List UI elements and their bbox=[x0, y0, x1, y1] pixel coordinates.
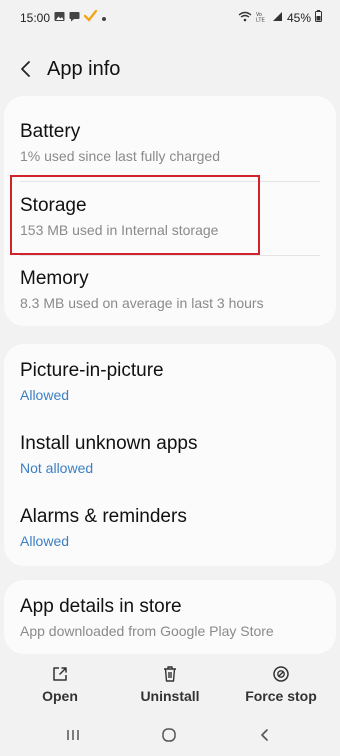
open-label: Open bbox=[42, 688, 78, 704]
picture-in-picture-item[interactable]: Picture-in-picture Allowed bbox=[20, 359, 320, 404]
app-details-in-store-title: App details in store bbox=[20, 596, 182, 617]
open-external-icon bbox=[50, 664, 70, 684]
install-unknown-apps-title: Install unknown apps bbox=[20, 433, 198, 454]
battery-item[interactable]: Battery 1% used since last fully charged bbox=[20, 120, 320, 165]
memory-item-title: Memory bbox=[20, 268, 89, 289]
trash-icon bbox=[160, 664, 180, 684]
status-time: 15:00 bbox=[20, 10, 51, 25]
back-button[interactable] bbox=[14, 57, 38, 81]
storage-highlight-box bbox=[10, 175, 260, 255]
store-card: App details in store App downloaded from… bbox=[4, 580, 336, 654]
memory-item[interactable]: Memory 8.3 MB used on average in last 3 … bbox=[20, 267, 320, 312]
gallery-icon bbox=[54, 11, 65, 25]
app-bar: App info bbox=[0, 48, 340, 92]
action-bar: Open Uninstall Force stop bbox=[0, 664, 340, 714]
battery-item-subtitle: 1% used since last fully charged bbox=[20, 148, 220, 164]
uninstall-button[interactable]: Uninstall bbox=[130, 664, 210, 706]
alarms-reminders-title: Alarms & reminders bbox=[20, 506, 187, 527]
checkmark-icon bbox=[83, 9, 98, 25]
battery-percent: 45% bbox=[286, 10, 311, 25]
status-bar: 15:00 Vo LTE 45% bbox=[0, 0, 340, 34]
message-icon bbox=[69, 11, 80, 25]
dot-icon bbox=[101, 11, 107, 25]
back-icon bbox=[261, 729, 268, 741]
install-unknown-apps-item[interactable]: Install unknown apps Not allowed bbox=[20, 432, 320, 477]
app-details-in-store-subtitle: App downloaded from Google Play Store bbox=[20, 623, 274, 639]
divider bbox=[20, 255, 320, 256]
wifi-icon bbox=[238, 11, 252, 25]
force-stop-icon bbox=[271, 664, 291, 684]
chevron-left-icon bbox=[21, 61, 30, 77]
recents-icon bbox=[67, 730, 79, 740]
volte-icon: Vo LTE bbox=[256, 11, 268, 25]
home-button[interactable] bbox=[161, 728, 177, 747]
alarms-reminders-item[interactable]: Alarms & reminders Allowed bbox=[20, 505, 320, 550]
force-stop-button[interactable]: Force stop bbox=[236, 664, 326, 706]
svg-text:LTE: LTE bbox=[256, 17, 265, 22]
force-stop-label: Force stop bbox=[245, 688, 317, 704]
signal-icon bbox=[272, 11, 283, 25]
page-title: App info bbox=[47, 58, 121, 80]
picture-in-picture-status: Allowed bbox=[20, 387, 70, 403]
alarms-reminders-status: Allowed bbox=[20, 533, 70, 549]
system-nav-bar bbox=[0, 722, 340, 752]
app-details-in-store-item[interactable]: App details in store App downloaded from… bbox=[20, 595, 320, 640]
system-back-button[interactable] bbox=[257, 728, 273, 747]
install-unknown-apps-status: Not allowed bbox=[20, 460, 94, 476]
picture-in-picture-title: Picture-in-picture bbox=[20, 360, 164, 381]
battery-icon bbox=[315, 10, 322, 25]
home-icon bbox=[162, 728, 176, 742]
open-button[interactable]: Open bbox=[30, 664, 90, 706]
uninstall-label: Uninstall bbox=[140, 688, 200, 704]
memory-item-subtitle: 8.3 MB used on average in last 3 hours bbox=[20, 295, 264, 311]
permissions-card: Picture-in-picture Allowed Install unkno… bbox=[4, 344, 336, 566]
recents-button[interactable] bbox=[65, 728, 81, 747]
battery-item-title: Battery bbox=[20, 121, 81, 142]
